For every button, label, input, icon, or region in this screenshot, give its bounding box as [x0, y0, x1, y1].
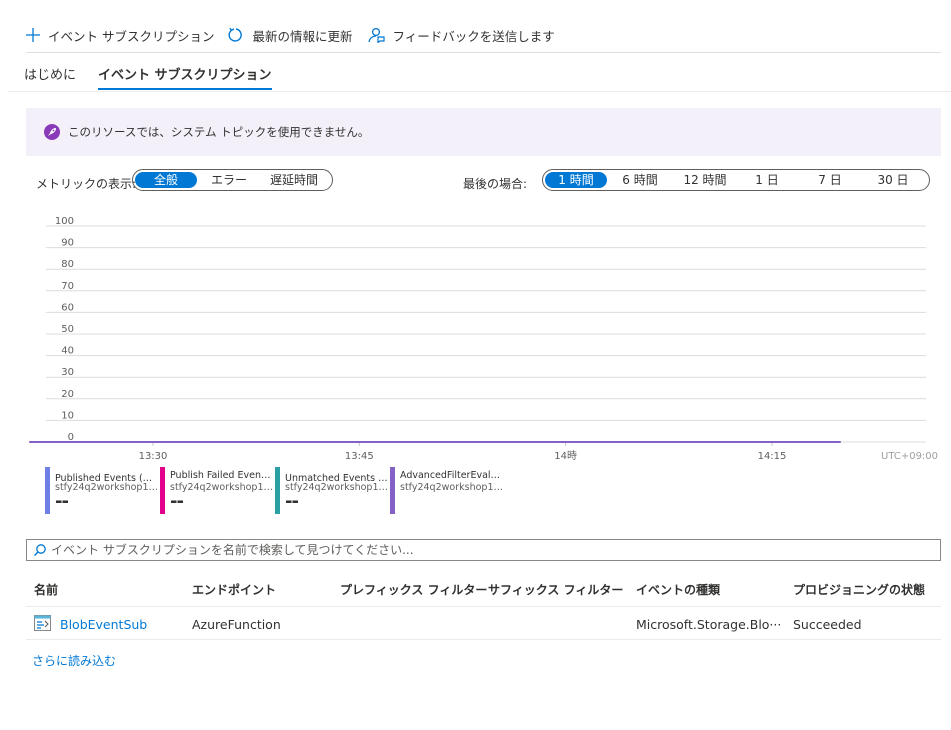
tab-event-subscriptions[interactable]: イベント サブスクリプション [98, 62, 272, 90]
legend-item-published[interactable]: Published Events (合計) stfy24q2workshop17… [45, 467, 159, 514]
table-header-divider [26, 606, 941, 607]
legend-color-swatch [45, 467, 50, 514]
legend-subtitle: stfy24q2workshop172/... [170, 482, 274, 493]
legend-item-unmatched[interactable]: Unmatched Events (合計) stfy24q2workshop17… [275, 467, 389, 514]
y-tick-label: 70 [61, 281, 74, 292]
x-tick-label: 14時 [554, 450, 577, 462]
column-header-prefix-filter[interactable]: プレフィックス フィルター [340, 581, 487, 598]
cell-endpoint: AzureFunction [192, 617, 281, 632]
x-tick-label: 13:30 [139, 451, 168, 462]
refresh-icon [228, 27, 243, 42]
column-header-name[interactable]: 名前 [34, 581, 58, 598]
y-tick-label: 90 [61, 238, 74, 249]
y-tick-label: 20 [61, 389, 74, 400]
x-tick-label: 14:15 [758, 451, 787, 462]
time-option-1h[interactable]: 1 時間 [545, 172, 607, 188]
legend-color-swatch [390, 467, 395, 514]
metric-selector: 全般 エラー 遅延時間 [132, 169, 333, 191]
legend-title: AdvancedFilterEvalua... [400, 470, 504, 481]
event-subscription-icon [34, 615, 51, 631]
search-input[interactable] [51, 543, 931, 557]
timezone-label: UTC+09:00 [881, 451, 938, 462]
legend-title: Publish Failed Events... [170, 470, 274, 481]
info-banner: このリソースでは、システム トピックを使用できません。 [26, 108, 941, 156]
subscription-name-link[interactable]: BlobEventSub [60, 617, 147, 632]
metrics-chart: 100908070605040302010013:30 13:45 14時 14:15… [29, 216, 938, 462]
legend-value: -- [55, 491, 69, 512]
time-range-selector: 1 時間 6 時間 12 時間 1 日 7 日 30 日 [542, 169, 930, 191]
plus-icon [26, 28, 40, 42]
tab-getting-started[interactable]: はじめに [24, 62, 76, 90]
y-tick-label: 60 [61, 302, 74, 313]
command-bar: イベント サブスクリプション 最新の情報に更新 フィードバックを送信します [26, 20, 569, 50]
load-more-link[interactable]: さらに読み込む [32, 652, 116, 669]
y-tick-label: 100 [55, 216, 74, 227]
legend-color-swatch [160, 467, 165, 514]
add-event-subscription-button[interactable]: イベント サブスクリプション [26, 26, 214, 45]
time-option-30d[interactable]: 30 日 [863, 172, 923, 188]
table-row-divider [26, 639, 941, 640]
column-header-suffix-filter[interactable]: サフィックス フィルター [488, 581, 623, 598]
send-feedback-label: フィードバックを送信します [392, 28, 555, 44]
metric-option-errors[interactable]: エラー [197, 172, 261, 188]
legend-subtitle: stfy24q2workshop172/... [55, 482, 159, 493]
rocket-icon [44, 124, 60, 140]
y-tick-label: 10 [61, 410, 74, 421]
tab-strip: はじめに イベント サブスクリプション [24, 62, 294, 92]
cell-event-types: Microsoft.Storage.Blo··· [636, 617, 782, 632]
info-banner-text: このリソースでは、システム トピックを使用できません。 [68, 125, 370, 139]
metric-option-general[interactable]: 全般 [135, 172, 197, 188]
time-option-12h[interactable]: 12 時間 [673, 172, 737, 188]
legend-value: -- [285, 491, 299, 512]
refresh-label: 最新の情報に更新 [252, 28, 353, 44]
search-icon [34, 544, 46, 556]
refresh-button[interactable]: 最新の情報に更新 [228, 26, 353, 45]
legend-color-swatch [275, 467, 280, 514]
metric-selector-label: メトリックの表示: [36, 177, 137, 191]
y-tick-label: 30 [61, 367, 74, 378]
time-option-1d[interactable]: 1 日 [737, 172, 797, 188]
send-feedback-button[interactable]: フィードバックを送信します [367, 26, 555, 45]
add-event-subscription-label: イベント サブスクリプション [48, 28, 215, 44]
y-tick-label: 40 [61, 346, 74, 357]
time-option-6h[interactable]: 6 時間 [607, 172, 673, 188]
time-option-7d[interactable]: 7 日 [797, 172, 863, 188]
y-tick-label: 80 [61, 259, 74, 270]
time-range-label: 最後の場合: [463, 177, 528, 191]
search-box [26, 539, 941, 561]
column-header-endpoint[interactable]: エンドポイント [192, 581, 276, 598]
legend-item-advanced-filter[interactable]: AdvancedFilterEvalua... stfy24q2workshop… [390, 467, 515, 514]
column-header-provisioning-state[interactable]: プロビジョニングの状態 [793, 581, 925, 598]
tabs-divider [8, 91, 951, 92]
feedback-icon [367, 27, 385, 43]
column-header-event-types[interactable]: イベントの種類 [636, 581, 720, 598]
legend-subtitle: stfy24q2workshop172/... [400, 482, 504, 493]
legend-subtitle: stfy24q2workshop172/... [285, 482, 389, 493]
metric-option-latency[interactable]: 遅延時間 [261, 172, 327, 188]
x-tick-label: 13:45 [345, 451, 374, 462]
y-tick-label: 50 [61, 324, 74, 335]
cell-provisioning-state: Succeeded [793, 617, 862, 632]
toolbar-divider [26, 52, 941, 53]
legend-value: -- [170, 491, 184, 512]
legend-item-publish-failed[interactable]: Publish Failed Events... stfy24q2worksho… [160, 467, 274, 514]
